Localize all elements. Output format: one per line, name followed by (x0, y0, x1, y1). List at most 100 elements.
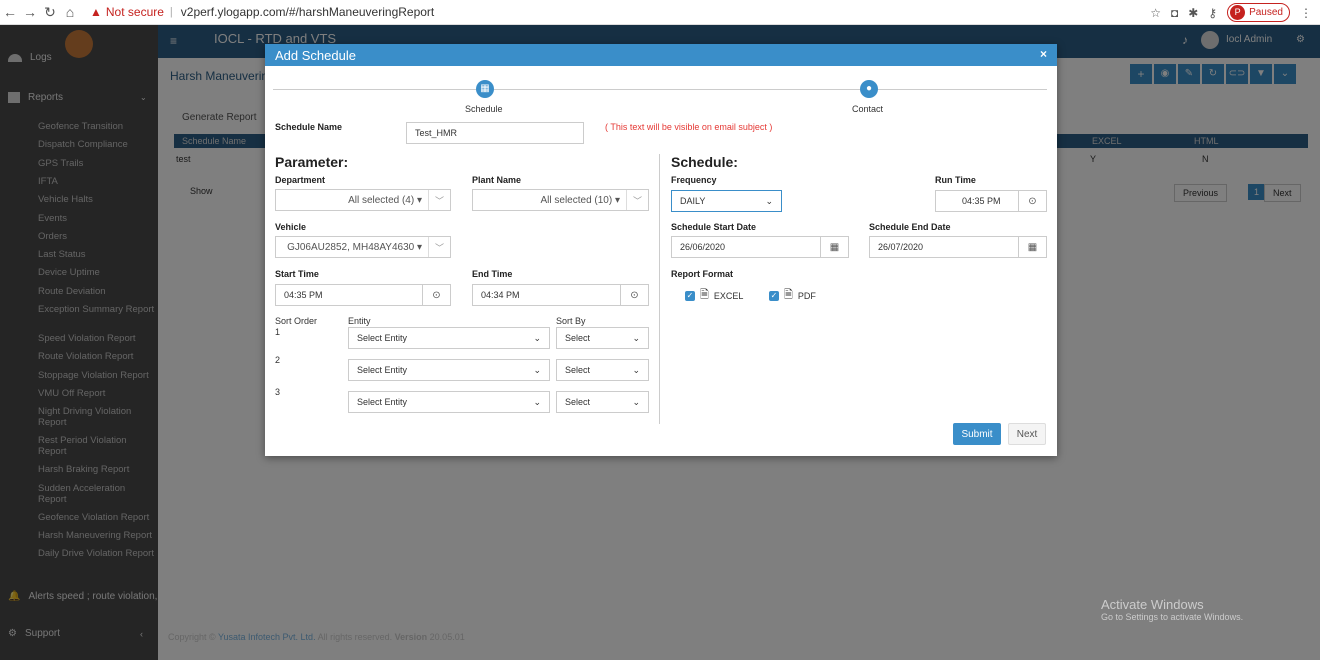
vehicle-label: Vehicle (275, 222, 307, 232)
clock-icon[interactable]: ⊙ (422, 285, 450, 305)
schedule-name-label: Schedule Name (275, 122, 343, 132)
add-schedule-modal: Add Schedule × ▦ ● Schedule Contact Sche… (265, 44, 1057, 456)
submit-button[interactable]: Submit (953, 423, 1001, 445)
star-icon[interactable]: ☆ (1150, 6, 1161, 20)
watermark-line2: Go to Settings to activate Windows. (1101, 612, 1244, 622)
start-time-value: 04:35 PM (284, 290, 323, 300)
modal-header: Add Schedule × (265, 44, 1057, 66)
key-icon[interactable]: ⚷ (1208, 6, 1217, 20)
vehicle-value: GJ06AU2852, MH48AY4630 ▾ (287, 241, 422, 253)
profile-avatar: P (1230, 5, 1246, 20)
end-time-input[interactable]: 04:34 PM ⊙ (472, 284, 649, 306)
start-time-label: Start Time (275, 269, 319, 279)
department-label: Department (275, 175, 326, 185)
report-format-label: Report Format (671, 269, 734, 279)
close-icon[interactable]: × (1040, 47, 1047, 61)
entity-value: Select Entity (357, 333, 408, 343)
forward-icon[interactable]: → (20, 4, 40, 20)
step-schedule-label: Schedule (465, 104, 503, 114)
pdf-label: PDF (797, 290, 816, 301)
end-date-label: Schedule End Date (869, 222, 951, 232)
warning-icon: ▲ (90, 5, 102, 19)
end-date-value: 26/07/2020 (878, 242, 924, 252)
chevron-down-icon: ⌄ (533, 396, 541, 407)
url-separator: | (169, 6, 173, 18)
wizard-steps: ▦ ● Schedule Contact (265, 66, 1057, 116)
start-date-label: Schedule Start Date (671, 222, 757, 232)
address-bar[interactable]: v2perf.ylogapp.com/#/harshManeuveringRep… (181, 5, 434, 19)
entity-select[interactable]: Select Entity ⌄ (348, 391, 550, 413)
sort-by-value: Select (565, 365, 591, 375)
parameter-heading: Parameter: (275, 154, 349, 170)
sort-by-select[interactable]: Select ⌄ (556, 391, 649, 413)
frequency-label: Frequency (671, 175, 717, 185)
plant-multiselect[interactable]: All selected (10) ▾ ﹀ (472, 189, 649, 211)
puzzle-icon[interactable]: ✱ (1188, 6, 1198, 20)
schedule-name-input[interactable]: Test_HMR (406, 122, 584, 144)
sort-by-select[interactable]: Select ⌄ (556, 359, 649, 381)
sort-order-label: Sort Order (275, 316, 318, 326)
run-time-value: 04:35 PM (962, 196, 1001, 206)
browser-toolbar: ← → ↻ ⌂ ▲ Not secure | v2perf.ylogapp.co… (0, 0, 1320, 25)
start-time-input[interactable]: 04:35 PM ⊙ (275, 284, 451, 306)
start-date-input[interactable]: 26/06/2020 ▦ (671, 236, 849, 258)
calendar-icon[interactable]: ▦ (820, 237, 848, 257)
excel-file-icon: 🗎 (700, 289, 709, 301)
frequency-select[interactable]: DAILY ⌄ (671, 190, 782, 212)
menu-icon[interactable]: ⋮ (1300, 6, 1312, 20)
plant-value: All selected (10) ▾ (540, 194, 621, 206)
sort-order-number: 1 (275, 327, 281, 337)
end-time-label: End Time (472, 269, 513, 279)
department-multiselect[interactable]: All selected (4) ▾ ﹀ (275, 189, 451, 211)
chevron-down-icon: ⌄ (632, 364, 640, 375)
windows-watermark: Activate Windows Go to Settings to activ… (1101, 597, 1243, 622)
not-secure-label[interactable]: Not secure (106, 5, 164, 19)
profile-paused-button[interactable]: P Paused (1227, 3, 1290, 22)
sort-by-value: Select (565, 333, 591, 343)
start-date-value: 26/06/2020 (680, 242, 726, 252)
calendar-step-icon[interactable]: ▦ (476, 80, 494, 98)
modal-title: Add Schedule (275, 48, 356, 63)
chevron-down-icon: ⌄ (533, 364, 541, 375)
step-contact-label: Contact (852, 104, 884, 114)
chevron-down-icon: ﹀ (428, 190, 450, 210)
sort-by-select[interactable]: Select ⌄ (556, 327, 649, 349)
pdf-option[interactable]: ✓ 🗎 PDF (769, 286, 816, 305)
sort-order-number: 2 (275, 355, 281, 365)
entity-value: Select Entity (357, 397, 408, 407)
clock-icon[interactable]: ⊙ (620, 285, 648, 305)
column-divider (659, 154, 660, 424)
reload-icon[interactable]: ↻ (40, 4, 60, 21)
pdf-file-icon: 🗎 (784, 289, 793, 301)
paused-label: Paused (1249, 7, 1283, 18)
excel-checkbox[interactable]: ✓ (685, 290, 695, 301)
back-icon[interactable]: ← (0, 4, 20, 20)
next-button[interactable]: Next (1008, 423, 1046, 445)
home-icon[interactable]: ⌂ (60, 4, 80, 20)
excel-label: EXCEL (713, 290, 744, 301)
chevron-down-icon: ﹀ (428, 237, 450, 257)
contact-step-icon[interactable]: ● (860, 80, 878, 98)
step-line (273, 89, 1047, 90)
calendar-icon[interactable]: ▦ (1018, 237, 1046, 257)
sort-by-value: Select (565, 397, 591, 407)
extension-icon[interactable]: ◘ (1171, 6, 1178, 20)
entity-select[interactable]: Select Entity ⌄ (348, 327, 550, 349)
vehicle-multiselect[interactable]: GJ06AU2852, MH48AY4630 ▾ ﹀ (275, 236, 451, 258)
browser-actions: ☆ ◘ ✱ ⚷ P Paused ⋮ (1150, 3, 1312, 22)
schedule-heading: Schedule: (671, 154, 738, 170)
chevron-down-icon: ﹀ (626, 190, 648, 210)
clock-icon[interactable]: ⊙ (1018, 191, 1046, 211)
pdf-checkbox[interactable]: ✓ (769, 290, 779, 301)
end-date-input[interactable]: 26/07/2020 ▦ (869, 236, 1047, 258)
end-time-value: 04:34 PM (481, 290, 520, 300)
chevron-down-icon: ⌄ (533, 332, 541, 343)
email-subject-note: ( This text will be visible on email sub… (605, 122, 773, 132)
sort-order-number: 3 (275, 387, 281, 397)
run-time-input[interactable]: 04:35 PM ⊙ (935, 190, 1047, 212)
entity-value: Select Entity (357, 365, 408, 375)
excel-option[interactable]: ✓ 🗎 EXCEL (685, 286, 743, 305)
watermark-line1: Activate Windows (1101, 597, 1204, 612)
department-value: All selected (4) ▾ (348, 194, 422, 206)
entity-select[interactable]: Select Entity ⌄ (348, 359, 550, 381)
